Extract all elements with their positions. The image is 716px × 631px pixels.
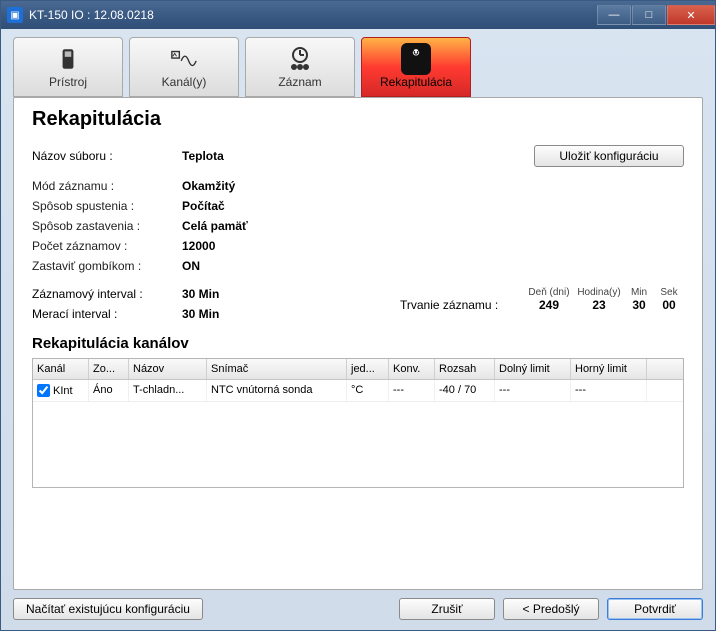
tab-label: Záznam (278, 75, 321, 89)
buttonstop-label: Zastaviť gombíkom : (32, 259, 182, 273)
dur-head-hours: Hodina(y) (574, 287, 624, 298)
load-config-button[interactable]: Načítať existujúcu konfiguráciu (13, 598, 203, 620)
th-name[interactable]: Názov (129, 359, 207, 379)
th-conv[interactable]: Konv. (389, 359, 435, 379)
page-title: Rekapitulácia (32, 108, 161, 131)
maximize-button[interactable]: □ (632, 5, 666, 25)
channels-subheading: Rekapitulácia kanálov (32, 335, 684, 352)
dur-sec: 00 (654, 298, 684, 312)
previous-button[interactable]: < Predošlý (503, 598, 599, 620)
device-icon (54, 45, 82, 73)
buttonstop-value: ON (182, 259, 684, 273)
rec-interval-value: 30 Min (182, 287, 262, 301)
duration-label: Trvanie záznamu : (400, 298, 510, 312)
tab-recap[interactable]: Rekapitulácia (361, 37, 471, 97)
stop-value: Celá pamäť (182, 219, 684, 233)
intervals-row: Záznamový interval : 30 Min Merací inter… (32, 287, 684, 321)
th-range[interactable]: Rozsah (435, 359, 495, 379)
recap-icon (402, 45, 430, 73)
app-icon: ▣ (7, 7, 23, 23)
filename-label: Názov súboru : (32, 149, 182, 163)
cell-range: -40 / 70 (435, 380, 495, 401)
mode-value: Okamžitý (182, 179, 684, 193)
dur-head-sec: Sek (654, 287, 684, 298)
mode-label: Mód záznamu : (32, 179, 182, 193)
table-row[interactable]: KIntÁnoT-chladn...NTC vnútorná sonda°C--… (33, 380, 683, 402)
th-low[interactable]: Dolný limit (495, 359, 571, 379)
count-value: 12000 (182, 239, 684, 253)
cell-sensor: NTC vnútorná sonda (207, 380, 347, 401)
dur-head-min: Min (624, 287, 654, 298)
dur-days: 249 (524, 298, 574, 312)
th-sensor[interactable]: Snímač (207, 359, 347, 379)
dur-hours: 23 (574, 298, 624, 312)
tab-record[interactable]: Záznam (245, 37, 355, 97)
tab-channels[interactable]: Kanál(y) (129, 37, 239, 97)
cancel-button[interactable]: Zrušiť (399, 598, 495, 620)
window-title: KT-150 IO : 12.08.0218 (29, 8, 154, 22)
start-value: Počítač (182, 199, 684, 213)
duration-block: Deň (dni) Hodina(y) Min Sek Trvanie zázn… (400, 287, 684, 321)
th-high[interactable]: Horný limit (571, 359, 647, 379)
cell-unit: °C (347, 380, 389, 401)
th-unit[interactable]: jed... (347, 359, 389, 379)
content-panel: Rekapitulácia Názov súboru : Teplota Ulo… (13, 97, 703, 590)
cell-channel: KInt (53, 385, 73, 397)
tab-device[interactable]: Prístroj (13, 37, 123, 97)
minimize-button[interactable]: — (597, 5, 631, 25)
window-controls: — □ ✕ (596, 5, 715, 25)
channels-table: Kanál Zo... Názov Snímač jed... Konv. Ro… (32, 358, 684, 488)
cell-high: --- (571, 380, 647, 401)
app-window: ▣ KT-150 IO : 12.08.0218 — □ ✕ Prístroj … (0, 0, 716, 631)
confirm-button[interactable]: Potvrdiť (607, 598, 703, 620)
meas-interval-value: 30 Min (182, 307, 262, 321)
th-channel[interactable]: Kanál (33, 359, 89, 379)
save-config-button[interactable]: Uložiť konfiguráciu (534, 145, 684, 167)
start-label: Spôsob spustenia : (32, 199, 182, 213)
table-header: Kanál Zo... Názov Snímač jed... Konv. Ro… (33, 359, 683, 380)
meas-interval-label: Merací interval : (32, 307, 182, 321)
cell-conv: --- (389, 380, 435, 401)
dur-head-days: Deň (dni) (524, 287, 574, 298)
tab-label: Prístroj (49, 75, 87, 89)
tab-label: Kanál(y) (162, 75, 207, 89)
filename-value: Teplota (182, 149, 224, 163)
rec-interval-label: Záznamový interval : (32, 287, 182, 301)
th-show[interactable]: Zo... (89, 359, 129, 379)
count-label: Počet záznamov : (32, 239, 182, 253)
channels-icon (170, 45, 198, 73)
row-checkbox[interactable] (37, 384, 50, 397)
dur-min: 30 (624, 298, 654, 312)
tab-label: Rekapitulácia (380, 75, 452, 89)
cell-low: --- (495, 380, 571, 401)
cell-show: Áno (89, 380, 129, 401)
stop-label: Spôsob zastavenia : (32, 219, 182, 233)
cell-name: T-chladn... (129, 380, 207, 401)
footer-bar: Načítať existujúcu konfiguráciu Zrušiť <… (1, 598, 715, 630)
close-button[interactable]: ✕ (667, 5, 715, 25)
tab-bar: Prístroj Kanál(y) Záznam Rekapitulácia (1, 29, 715, 97)
summary-grid: Mód záznamu : Okamžitý Spôsob spustenia … (32, 179, 684, 273)
record-icon (286, 45, 314, 73)
table-body: KIntÁnoT-chladn...NTC vnútorná sonda°C--… (33, 380, 683, 402)
titlebar: ▣ KT-150 IO : 12.08.0218 — □ ✕ (1, 1, 715, 29)
